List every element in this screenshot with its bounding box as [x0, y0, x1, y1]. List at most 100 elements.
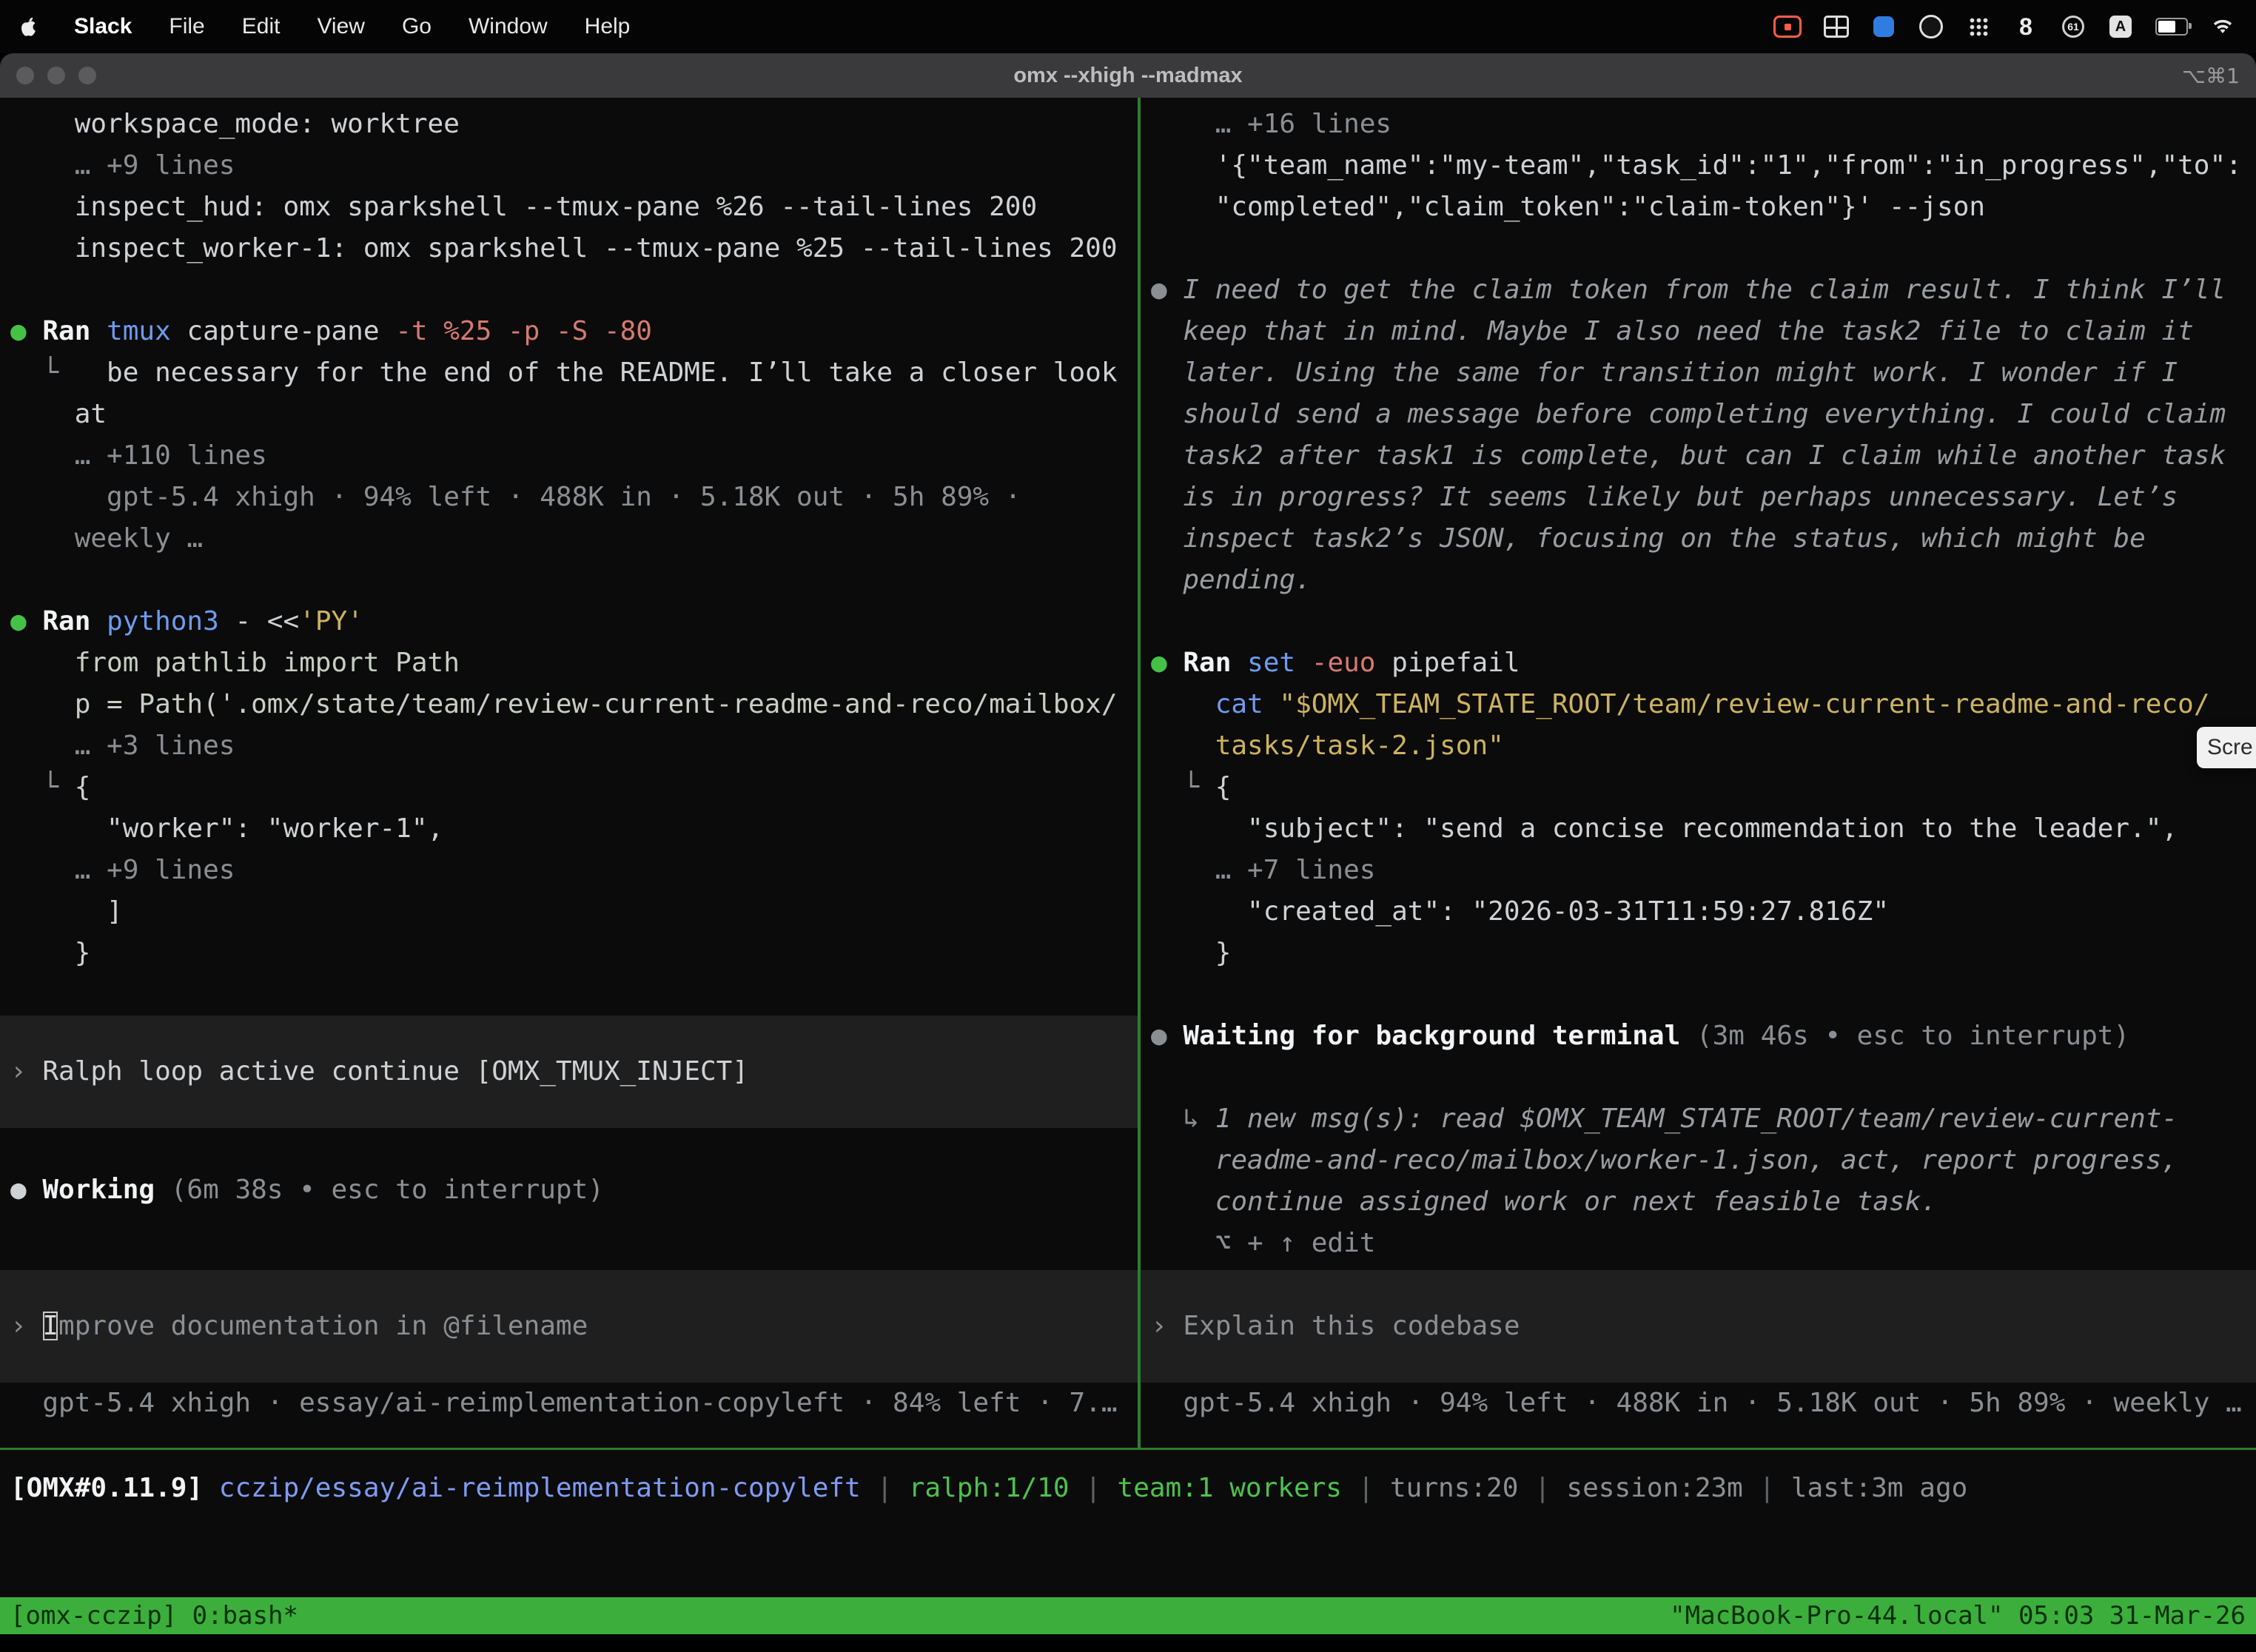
- terminal-line: is in progress? It seems likely but perh…: [1141, 477, 2256, 518]
- input-source-icon[interactable]: A: [2108, 9, 2133, 44]
- menu-edit[interactable]: Edit: [242, 14, 281, 39]
- screen-recording-indicator[interactable]: [1773, 9, 1802, 44]
- zoom-button[interactable]: [78, 67, 96, 84]
- terminal-line: task2 after task1 is complete, but can I…: [1141, 435, 2256, 477]
- omx-status-pane[interactable]: [OMX#0.11.9] cczip/essay/ai-reimplementa…: [0, 1450, 2256, 1597]
- terminal-line: inspect_hud: omx sparkshell --tmux-pane …: [0, 187, 1138, 228]
- terminal-line: … +3 lines: [0, 725, 1138, 767]
- terminal-line: '{"team_name":"my-team","task_id":"1","f…: [1141, 145, 2256, 187]
- terminal-line: at: [0, 394, 1138, 435]
- menu-go[interactable]: Go: [402, 14, 432, 39]
- macos-menu-bar: Slack File Edit View Go Window Help 8 61 A: [0, 0, 2256, 53]
- terminal-line: "subject": "send a concise recommendatio…: [1141, 808, 2256, 850]
- menu-window[interactable]: Window: [469, 14, 548, 39]
- terminal-line: ● Ran tmux capture-pane -t %25 -p -S -80: [0, 311, 1138, 352]
- menu-help[interactable]: Help: [585, 14, 631, 39]
- terminal-line: └ {: [1141, 767, 2256, 808]
- terminal-line: ● Ran set -euo pipefail: [1141, 642, 2256, 684]
- terminal-line: should send a message before completing …: [1141, 394, 2256, 435]
- terminal-line: inspect_worker-1: omx sparkshell --tmux-…: [0, 228, 1138, 269]
- terminal-line: [0, 1211, 1138, 1252]
- terminal-line: ]: [0, 891, 1138, 933]
- terminal-line: [0, 1128, 1138, 1169]
- terminal-line: inspect task2’s JSON, focusing on the st…: [1141, 518, 2256, 560]
- menu-view[interactable]: View: [317, 14, 364, 39]
- terminal-line: "worker": "worker-1",: [0, 808, 1138, 850]
- menu-items: File Edit View Go Window Help: [169, 14, 630, 39]
- minimize-button[interactable]: [47, 67, 65, 84]
- terminal-line: [0, 560, 1138, 601]
- traffic-lights: [16, 53, 96, 98]
- terminal-line: └ be necessary for the end of the README…: [0, 352, 1138, 394]
- blue-app-icon[interactable]: [1871, 9, 1896, 44]
- terminal-line: └ {: [0, 767, 1138, 808]
- window-titlebar[interactable]: omx --xhigh --madmax ⌥⌘1: [0, 53, 2256, 98]
- terminal-line: "completed","claim_token":"claim-token"}…: [1141, 187, 2256, 228]
- app-8-icon[interactable]: 8: [2013, 9, 2038, 44]
- terminal-area: workspace_mode: worktree … +9 lines insp…: [0, 98, 2256, 1448]
- terminal-line: }: [1141, 933, 2256, 974]
- terminal-line: p = Path('.omx/state/team/review-current…: [0, 684, 1138, 725]
- terminal-line: ● Ran python3 - <<'PY': [0, 601, 1138, 642]
- window-title: omx --xhigh --madmax: [1013, 64, 1242, 88]
- terminal-line: workspace_mode: worktree: [0, 104, 1138, 145]
- terminal-line: gpt-5.4 xhigh · 94% left · 488K in · 5.1…: [0, 477, 1138, 518]
- terminal-line: [1141, 228, 2256, 269]
- model-status-line: gpt-5.4 xhigh · 94% left · 488K in · 5.1…: [1141, 1383, 2256, 1424]
- terminal-line: keep that in mind. Maybe I also need the…: [1141, 311, 2256, 352]
- terminal-line: ↳ 1 new msg(s): read $OMX_TEAM_STATE_ROO…: [1141, 1098, 2256, 1140]
- terminal-line: from pathlib import Path: [0, 642, 1138, 684]
- dots-grid-icon[interactable]: [1966, 9, 1991, 44]
- terminal-line: later. Using the same for transition mig…: [1141, 352, 2256, 394]
- menu-file[interactable]: File: [169, 14, 204, 39]
- prompt-suggestion[interactable]: › Explain this codebase: [1141, 1270, 2256, 1383]
- terminal-line: … +7 lines: [1141, 850, 2256, 891]
- right-terminal-pane[interactable]: … +16 lines '{"team_name":"my-team","tas…: [1141, 98, 2256, 1448]
- wifi-arcs: [2212, 18, 2234, 36]
- terminal-line: [0, 269, 1138, 311]
- apple-menu-icon[interactable]: [21, 17, 37, 36]
- prompt-input[interactable]: › Improve documentation in @filename: [0, 1270, 1138, 1383]
- window-shortcut-hint: ⌥⌘1: [2182, 53, 2240, 98]
- terminal-line: … +9 lines: [0, 145, 1138, 187]
- working-status: ● Working (6m 38s • esc to interrupt): [0, 1169, 1138, 1211]
- terminal-line: cat "$OMX_TEAM_STATE_ROOT/team/review-cu…: [1141, 684, 2256, 725]
- active-app-name[interactable]: Slack: [74, 14, 132, 39]
- screenshot-tool-overlay[interactable]: Scre: [2197, 727, 2256, 768]
- terminal-line: weekly …: [0, 518, 1138, 560]
- terminal-line: [1141, 974, 2256, 1015]
- battery-percentage-icon[interactable]: 61: [2061, 9, 2086, 44]
- edit-hint: ⌥ + ↑ edit: [1141, 1223, 2256, 1264]
- tmux-status-bar[interactable]: [omx-cczip] 0:bash* "MacBook-Pro-44.loca…: [0, 1597, 2256, 1634]
- dark-circle-app-icon[interactable]: [1918, 9, 1944, 44]
- terminal-line: pending.: [1141, 560, 2256, 601]
- terminal-line: … +9 lines: [0, 850, 1138, 891]
- waiting-status: ● Waiting for background terminal (3m 46…: [1141, 1015, 2256, 1057]
- apple-logo-icon: [21, 17, 37, 36]
- terminal-line: continue assigned work or next feasible …: [1141, 1181, 2256, 1223]
- terminal-line: … +110 lines: [0, 435, 1138, 477]
- terminal-line: … +16 lines: [1141, 104, 2256, 145]
- terminal-line: }: [0, 933, 1138, 974]
- terminal-line: [0, 974, 1138, 1015]
- menu-bar-left: Slack File Edit View Go Window Help: [21, 14, 630, 39]
- terminal-line: [1141, 601, 2256, 642]
- tmux-vertical-pane-divider[interactable]: [1138, 98, 1141, 1448]
- terminal-line: "created_at": "2026-03-31T11:59:27.816Z": [1141, 891, 2256, 933]
- terminal-line: tasks/task-2.json": [1141, 725, 2256, 767]
- terminal-line: ● I need to get the claim token from the…: [1141, 269, 2256, 311]
- terminal-line: readme-and-reco/mailbox/worker-1.json, a…: [1141, 1140, 2256, 1181]
- tmux-session-window: [omx-cczip] 0:bash*: [10, 1597, 298, 1634]
- left-terminal-pane[interactable]: workspace_mode: worktree … +9 lines insp…: [0, 98, 1138, 1448]
- omx-session-status: [OMX#0.11.9] cczip/essay/ai-reimplementa…: [0, 1468, 2256, 1509]
- battery-icon[interactable]: [2155, 9, 2188, 44]
- ralph-loop-banner[interactable]: › Ralph loop active continue [OMX_TMUX_I…: [0, 1015, 1138, 1128]
- screen: Slack File Edit View Go Window Help 8 61 A omx …: [0, 0, 2256, 1652]
- terminal-line: [1141, 1057, 2256, 1098]
- model-status-line: gpt-5.4 xhigh · essay/ai-reimplementatio…: [0, 1383, 1138, 1424]
- menu-bar-status-icons: 8 61 A: [1773, 9, 2235, 44]
- spreadsheet-grid-icon[interactable]: [1824, 9, 1849, 44]
- wifi-icon[interactable]: [2210, 9, 2235, 44]
- close-button[interactable]: [16, 67, 34, 84]
- tmux-host-time: "MacBook-Pro-44.local" 05:03 31-Mar-26: [1670, 1597, 2246, 1634]
